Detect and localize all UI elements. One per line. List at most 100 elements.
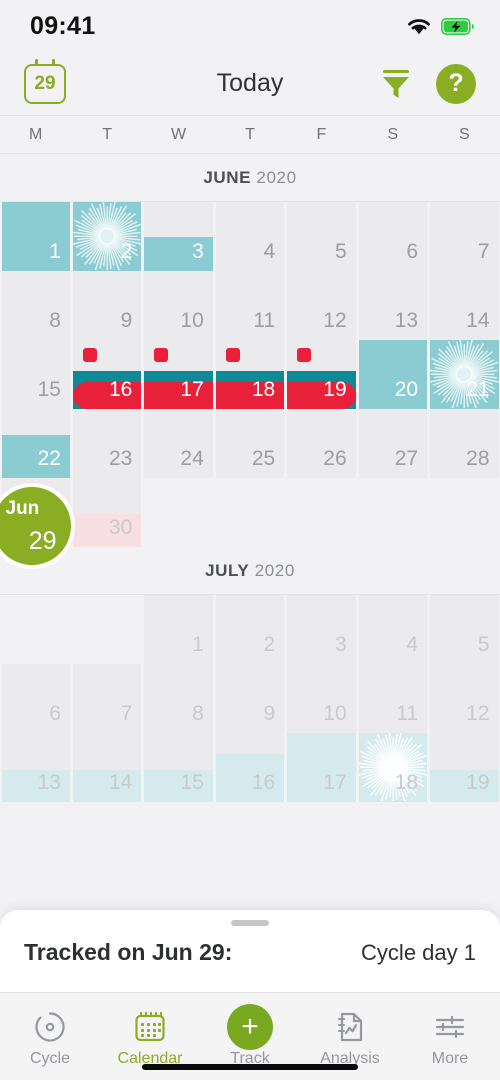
day-number: 2 bbox=[263, 633, 276, 656]
day-cell[interactable]: 22 bbox=[1, 409, 70, 478]
day-cell[interactable]: 8 bbox=[144, 664, 213, 733]
day-cell[interactable] bbox=[73, 802, 141, 871]
week-row bbox=[0, 802, 500, 871]
nav-right-group: ? bbox=[380, 63, 476, 104]
day-cell[interactable]: 10 bbox=[287, 664, 356, 733]
day-cell[interactable]: 9 bbox=[72, 271, 142, 340]
day-cell[interactable] bbox=[73, 595, 141, 664]
day-cell[interactable]: 27 bbox=[358, 409, 428, 478]
filter-icon[interactable] bbox=[380, 67, 412, 101]
day-cell[interactable]: 28 bbox=[430, 409, 499, 478]
day-number: 9 bbox=[263, 702, 276, 725]
day-cell[interactable]: 13 bbox=[358, 271, 428, 340]
sheet-content: Tracked on Jun 29: Cycle day 1 bbox=[0, 926, 500, 966]
weekday-label: F bbox=[316, 125, 327, 143]
day-number: 21 bbox=[466, 378, 490, 401]
week-row: 1 2 3 4 5 6 7 bbox=[0, 202, 500, 271]
day-cell[interactable]: 4 bbox=[215, 202, 285, 271]
day-cell[interactable]: 9 bbox=[215, 664, 285, 733]
month-title: JUNE 2020 bbox=[0, 154, 500, 202]
day-cell[interactable]: 23 bbox=[72, 409, 142, 478]
day-cell[interactable] bbox=[287, 478, 355, 547]
day-cell[interactable]: 16 bbox=[72, 340, 142, 409]
day-cell[interactable]: 20 bbox=[358, 340, 428, 409]
day-cell[interactable]: 18 bbox=[358, 733, 428, 802]
day-cell[interactable]: 1 bbox=[1, 202, 70, 271]
cycle-day-value: Cycle day 1 bbox=[361, 939, 476, 965]
day-cell[interactable]: 15 bbox=[144, 733, 213, 802]
day-cell[interactable]: 12 bbox=[430, 664, 499, 733]
tracked-bottom-sheet[interactable]: Tracked on Jun 29: Cycle day 1 bbox=[0, 910, 500, 992]
day-cell[interactable]: 13 bbox=[1, 733, 70, 802]
day-cell[interactable] bbox=[2, 595, 70, 664]
calendar-scroll-area[interactable]: JUNE 2020 1 2 3 4 5 6 7 8 9 10 11 12 13 14 15 16 17 18 19… bbox=[0, 154, 500, 871]
day-cell[interactable]: 18 bbox=[215, 340, 285, 409]
day-cell[interactable]: 30 bbox=[72, 478, 142, 547]
status-clock: 09:41 bbox=[30, 11, 96, 40]
battery-charging-icon bbox=[441, 17, 474, 35]
day-cell[interactable]: 14 bbox=[72, 733, 142, 802]
day-cell[interactable]: 2 bbox=[215, 595, 285, 664]
day-number: 4 bbox=[263, 240, 276, 263]
day-cell[interactable] bbox=[287, 802, 355, 871]
day-cell[interactable]: 5 bbox=[430, 595, 499, 664]
day-cell[interactable]: 1 bbox=[144, 595, 213, 664]
week-row: 15 16 17 18 19 20 21 bbox=[0, 340, 500, 409]
day-cell[interactable]: 25 bbox=[215, 409, 285, 478]
day-cell[interactable] bbox=[359, 478, 427, 547]
day-cell[interactable]: 2 bbox=[72, 202, 142, 271]
track-icon-wrap: + bbox=[227, 1003, 273, 1050]
day-cell[interactable] bbox=[216, 478, 284, 547]
day-number: 25 bbox=[251, 447, 276, 470]
help-button[interactable]: ? bbox=[436, 63, 476, 104]
day-cell[interactable] bbox=[2, 802, 70, 871]
month-weeks: 1 2 3 4 5 6 7 8 9 10 11 12 13 14 15 16 17 18 19 bbox=[0, 595, 500, 871]
day-cell[interactable] bbox=[216, 802, 284, 871]
day-cell[interactable] bbox=[144, 478, 212, 547]
day-cell[interactable] bbox=[430, 802, 498, 871]
day-cell[interactable] bbox=[144, 802, 212, 871]
day-cell[interactable]: 3 bbox=[287, 595, 356, 664]
day-cell[interactable]: 12 bbox=[287, 271, 356, 340]
day-cell[interactable]: 5 bbox=[287, 202, 356, 271]
day-cell[interactable]: 19 bbox=[430, 733, 499, 802]
day-cell[interactable]: 10 bbox=[144, 271, 213, 340]
cycle-icon bbox=[33, 1010, 67, 1044]
day-cell[interactable]: 3 bbox=[144, 202, 213, 271]
day-number: 14 bbox=[466, 309, 490, 332]
day-cell[interactable] bbox=[430, 478, 498, 547]
day-cell[interactable]: 8 bbox=[1, 271, 70, 340]
day-cell[interactable]: 19 bbox=[287, 340, 356, 409]
tab-more[interactable]: More bbox=[400, 993, 500, 1080]
day-cell[interactable]: 17 bbox=[144, 340, 213, 409]
day-cell[interactable]: 15 bbox=[1, 340, 70, 409]
day-number: 11 bbox=[253, 309, 276, 332]
month-year: 2020 bbox=[256, 168, 297, 187]
day-cell[interactable]: 21 bbox=[430, 340, 499, 409]
day-number: 2 bbox=[120, 240, 133, 263]
day-number: 1 bbox=[192, 633, 204, 656]
week-row: 13 14 15 16 17 18 19 bbox=[0, 733, 500, 802]
day-cell[interactable]: Jun 29 bbox=[0, 478, 75, 569]
today-calendar-button[interactable]: 29 bbox=[24, 58, 66, 104]
day-cell[interactable]: 16 bbox=[215, 733, 285, 802]
day-cell[interactable]: 26 bbox=[287, 409, 356, 478]
day-cell[interactable]: 4 bbox=[358, 595, 428, 664]
day-number: 23 bbox=[108, 447, 133, 470]
day-number: 12 bbox=[323, 309, 347, 332]
period-dot-icon bbox=[154, 348, 169, 362]
tab-cycle[interactable]: Cycle bbox=[0, 993, 100, 1080]
day-cell[interactable]: 6 bbox=[1, 664, 70, 733]
day-cell[interactable]: 6 bbox=[358, 202, 428, 271]
week-row: 8 9 10 11 12 13 14 bbox=[0, 271, 500, 340]
plus-icon[interactable]: + bbox=[227, 1003, 273, 1050]
day-cell[interactable]: 7 bbox=[430, 202, 499, 271]
day-cell[interactable]: 24 bbox=[144, 409, 213, 478]
day-cell[interactable] bbox=[359, 802, 427, 871]
day-cell[interactable]: 11 bbox=[358, 664, 428, 733]
day-cell[interactable]: 14 bbox=[430, 271, 499, 340]
day-cell[interactable]: 17 bbox=[287, 733, 356, 802]
day-number: 7 bbox=[120, 702, 133, 725]
day-cell[interactable]: 7 bbox=[72, 664, 142, 733]
day-cell[interactable]: 11 bbox=[215, 271, 285, 340]
